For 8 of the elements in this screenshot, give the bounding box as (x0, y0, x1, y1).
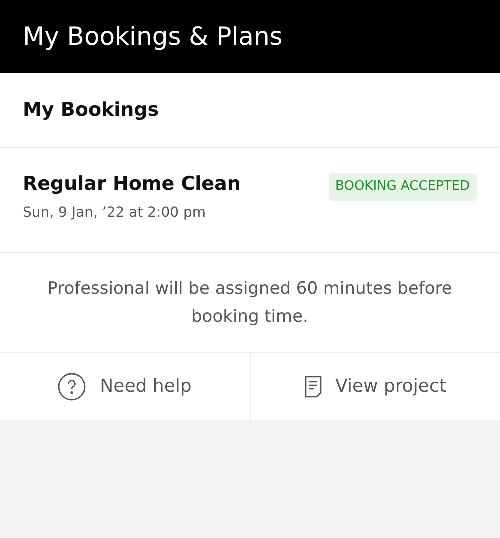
booking-date: Sun, 9 Jan, ’22 at 2:00 pm (23, 204, 208, 223)
booking-title: Regular Home Clean (23, 173, 241, 197)
section-title: My Bookings (23, 98, 160, 123)
page-title: My Bookings & Plans (23, 24, 283, 49)
document-icon (304, 376, 322, 398)
help-icon (58, 372, 86, 400)
info-text: Professional will be assigned 60 minutes before booking time. (46, 278, 454, 328)
status-badge: BOOKING ACCEPTED (328, 173, 477, 200)
